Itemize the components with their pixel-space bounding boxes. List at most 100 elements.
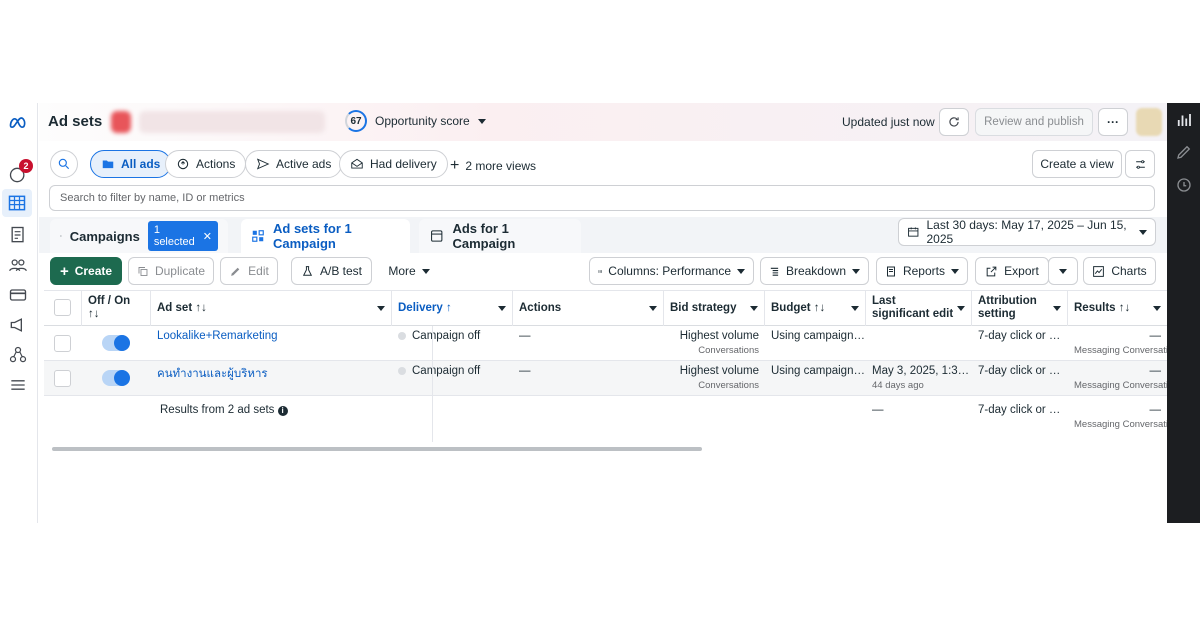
chevron-down-icon[interactable] (851, 305, 859, 311)
avatar[interactable] (1136, 108, 1162, 136)
notifications-badge: 2 (19, 159, 33, 173)
view-active-ads[interactable]: Active ads (245, 150, 343, 178)
history-icon[interactable] (1175, 176, 1193, 194)
actions-icon (177, 158, 189, 170)
row-checkbox[interactable] (54, 335, 71, 352)
column-header-budget[interactable]: Budget ↑↓ (765, 290, 866, 326)
on-off-toggle[interactable] (102, 335, 130, 351)
export-dropdown-button[interactable] (1048, 257, 1078, 285)
review-and-publish-button[interactable]: Review and publish (975, 108, 1093, 136)
blurred-account-avatar (111, 111, 131, 133)
ad-set-name-link[interactable]: Lookalike+Remarketing (151, 326, 392, 361)
horizontal-scrollbar[interactable] (52, 447, 702, 451)
on-off-toggle[interactable] (102, 370, 130, 386)
last-edit-value (866, 326, 972, 361)
chevron-down-icon[interactable] (1053, 305, 1061, 311)
reports-button[interactable]: Reports (876, 257, 968, 285)
column-header-results[interactable]: Results ↑↓ (1068, 290, 1167, 326)
ab-test-button[interactable]: A/B test (291, 257, 372, 285)
calendar-icon (908, 227, 919, 237)
meta-logo-icon[interactable] (6, 111, 30, 135)
view-had-delivery[interactable]: Had delivery (339, 150, 448, 178)
search-button[interactable] (50, 150, 78, 178)
column-header-bid-strategy[interactable]: Bid strategy (664, 290, 765, 326)
more-actions-button[interactable]: More (381, 257, 437, 285)
reports-icon (886, 266, 895, 276)
summary-label: Results from 2 ad sets i (154, 400, 392, 435)
column-header-attribution[interactable]: Attribution setting (972, 290, 1068, 326)
table-row[interactable]: Lookalike+Remarketing Campaign off — Hig… (44, 326, 1167, 361)
blurred-account-selector[interactable] (139, 111, 325, 133)
attribution-value: 7-day click or … (978, 330, 1061, 342)
column-header-delivery[interactable]: Delivery ↑ (392, 290, 513, 326)
pages-icon[interactable] (6, 223, 30, 247)
bar-chart-icon[interactable] (1175, 111, 1193, 129)
notifications-icon[interactable]: 2 (6, 159, 33, 187)
create-view-button[interactable]: Create a view (1032, 150, 1122, 178)
chevron-down-icon (737, 268, 745, 274)
chevron-down-icon[interactable] (957, 305, 965, 311)
column-header-last-edit[interactable]: Last significant edit (866, 290, 972, 326)
chevron-down-icon (477, 118, 486, 124)
opportunity-score-label: Opportunity score (375, 114, 470, 128)
selection-chip[interactable]: 1 selected ✕ (147, 221, 218, 251)
column-divider (432, 326, 433, 442)
campaigns-table-icon[interactable] (2, 189, 32, 217)
chevron-down-icon (951, 268, 959, 274)
chevron-down-icon[interactable] (498, 305, 506, 311)
chevron-down-icon (852, 268, 860, 274)
charts-button[interactable]: Charts (1083, 257, 1156, 285)
export-button[interactable]: Export (975, 257, 1049, 285)
column-header-actions[interactable]: Actions (513, 290, 664, 326)
chevron-down-icon[interactable] (649, 305, 657, 311)
columns-button[interactable]: Columns: Performance (589, 257, 754, 285)
column-header-off-on[interactable]: Off / On ↑↓ (82, 290, 151, 326)
ad-icon (431, 230, 443, 242)
pencil-icon[interactable] (1175, 143, 1193, 161)
menu-icon[interactable] (6, 373, 30, 397)
last-edit-value: May 3, 2025, 1:3… 44 days ago (872, 365, 970, 391)
column-header-ad-set[interactable]: Ad set ↑↓ (151, 290, 392, 326)
summary-row: Results from 2 ad sets i — 7-day click o… (44, 396, 1167, 440)
tab-ads[interactable]: Ads for 1 Campaign (419, 219, 581, 253)
more-views-link[interactable]: + 2 more views (450, 157, 536, 175)
attribution-value: 7-day click or … (978, 365, 1061, 377)
search-input[interactable]: Search to filter by name, ID or metrics (49, 185, 1155, 211)
row-checkbox[interactable] (54, 370, 71, 387)
tab-campaigns[interactable]: Campaigns 1 selected ✕ (50, 219, 228, 253)
create-button[interactable]: + Create (50, 257, 122, 285)
columns-icon (598, 269, 602, 273)
summary-last-edit: — (872, 404, 884, 416)
date-range-picker[interactable]: Last 30 days: May 17, 2025 – Jun 15, 202… (898, 218, 1156, 246)
view-actions[interactable]: Actions (165, 150, 247, 178)
chevron-down-icon[interactable] (377, 305, 385, 311)
view-all-ads[interactable]: All ads (90, 150, 172, 178)
edit-button[interactable]: Edit (220, 257, 278, 285)
billing-icon[interactable] (6, 283, 30, 307)
ad-set-name-link[interactable]: คนทำงานและผู้บริหาร (151, 361, 392, 396)
tab-ad-sets[interactable]: Ad sets for 1 Campaign (241, 219, 410, 253)
duplicate-button[interactable]: Duplicate (128, 257, 214, 285)
bid-strategy-value: Highest volume Conversations (679, 365, 759, 391)
table-row[interactable]: คนทำงานและผู้บริหาร Campaign off — Highe… (44, 361, 1167, 396)
audiences-icon[interactable] (6, 253, 30, 277)
close-icon[interactable]: ✕ (203, 230, 212, 243)
refresh-button[interactable] (939, 108, 969, 136)
info-icon[interactable]: i (277, 406, 288, 416)
opportunity-score[interactable]: 67 Opportunity score (345, 110, 486, 132)
breakdown-button[interactable]: Breakdown (760, 257, 869, 285)
ads-manager-icon[interactable] (6, 313, 30, 337)
chevron-down-icon[interactable] (1153, 305, 1161, 311)
select-all-checkbox[interactable] (54, 299, 71, 316)
actions-value: — (519, 330, 531, 342)
view-settings-button[interactable] (1125, 150, 1155, 178)
summary-results: — Messaging Conversati (1074, 404, 1167, 430)
chevron-down-icon[interactable] (750, 305, 758, 311)
business-icon[interactable] (6, 343, 30, 367)
updated-status: Updated just now (842, 115, 935, 129)
results-value: — Messaging Conversati (1074, 330, 1167, 356)
pencil-icon (231, 267, 240, 276)
more-options-button[interactable]: ··· (1098, 108, 1128, 136)
sliders-icon (1135, 159, 1145, 169)
envelope-icon (351, 158, 363, 169)
